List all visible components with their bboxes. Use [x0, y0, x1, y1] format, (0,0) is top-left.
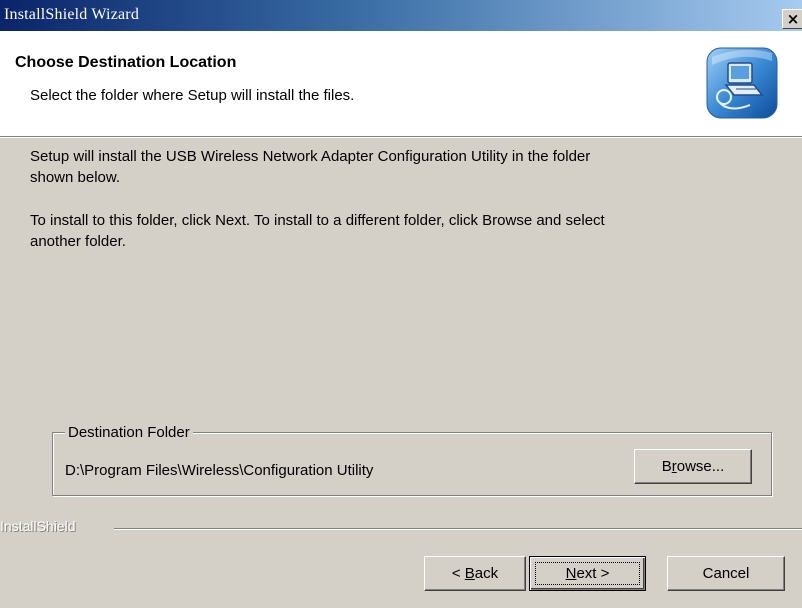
- browse-label-start: B: [661, 458, 672, 475]
- browse-button-label: Browse...: [662, 458, 725, 475]
- install-instructions-line: To install to this folder, click Next. T…: [30, 212, 605, 229]
- browse-label-end: owse...: [676, 458, 725, 475]
- back-label-prefix: <: [451, 565, 465, 582]
- next-button-label: Next >: [566, 565, 610, 582]
- cancel-button-label: Cancel: [702, 565, 750, 582]
- next-mnemonic: N: [565, 565, 577, 582]
- back-button-label: < Back: [452, 565, 498, 582]
- back-label-end: ack: [474, 565, 499, 582]
- title-bar[interactable]: InstallShield Wizard ×: [0, 0, 802, 31]
- installshield-wizard-window: InstallShield Wizard × Choose Destinatio…: [0, 0, 802, 608]
- destination-folder-label: Destination Folder: [65, 424, 193, 441]
- page-subtitle: Select the folder where Setup will insta…: [30, 87, 355, 104]
- close-button[interactable]: ×: [782, 9, 802, 29]
- back-mnemonic: B: [464, 565, 475, 582]
- setup-computer-icon: [706, 47, 778, 119]
- close-icon: ×: [786, 10, 800, 28]
- browse-button[interactable]: Browse...: [634, 449, 752, 484]
- install-description-line: shown below.: [30, 169, 121, 186]
- next-button[interactable]: Next >: [529, 556, 646, 591]
- installshield-brand: InstallShield: [0, 518, 76, 534]
- back-button[interactable]: < Back: [424, 556, 526, 591]
- destination-path: D:\Program Files\Wireless\Configuration …: [65, 462, 374, 479]
- header-divider-highlight: [0, 137, 802, 138]
- next-label-end: ext >: [576, 565, 610, 582]
- install-instructions: To install to this folder, click Next. T…: [30, 210, 750, 252]
- wizard-header: Choose Destination Location Select the f…: [0, 31, 802, 136]
- window-title: InstallShield Wizard: [4, 6, 140, 23]
- cancel-button[interactable]: Cancel: [667, 556, 785, 591]
- install-description-line: Setup will install the USB Wireless Netw…: [30, 148, 591, 165]
- install-instructions-line: another folder.: [30, 233, 126, 250]
- footer-divider-highlight: [114, 529, 802, 530]
- page-title: Choose Destination Location: [15, 54, 237, 71]
- install-description: Setup will install the USB Wireless Netw…: [30, 146, 750, 188]
